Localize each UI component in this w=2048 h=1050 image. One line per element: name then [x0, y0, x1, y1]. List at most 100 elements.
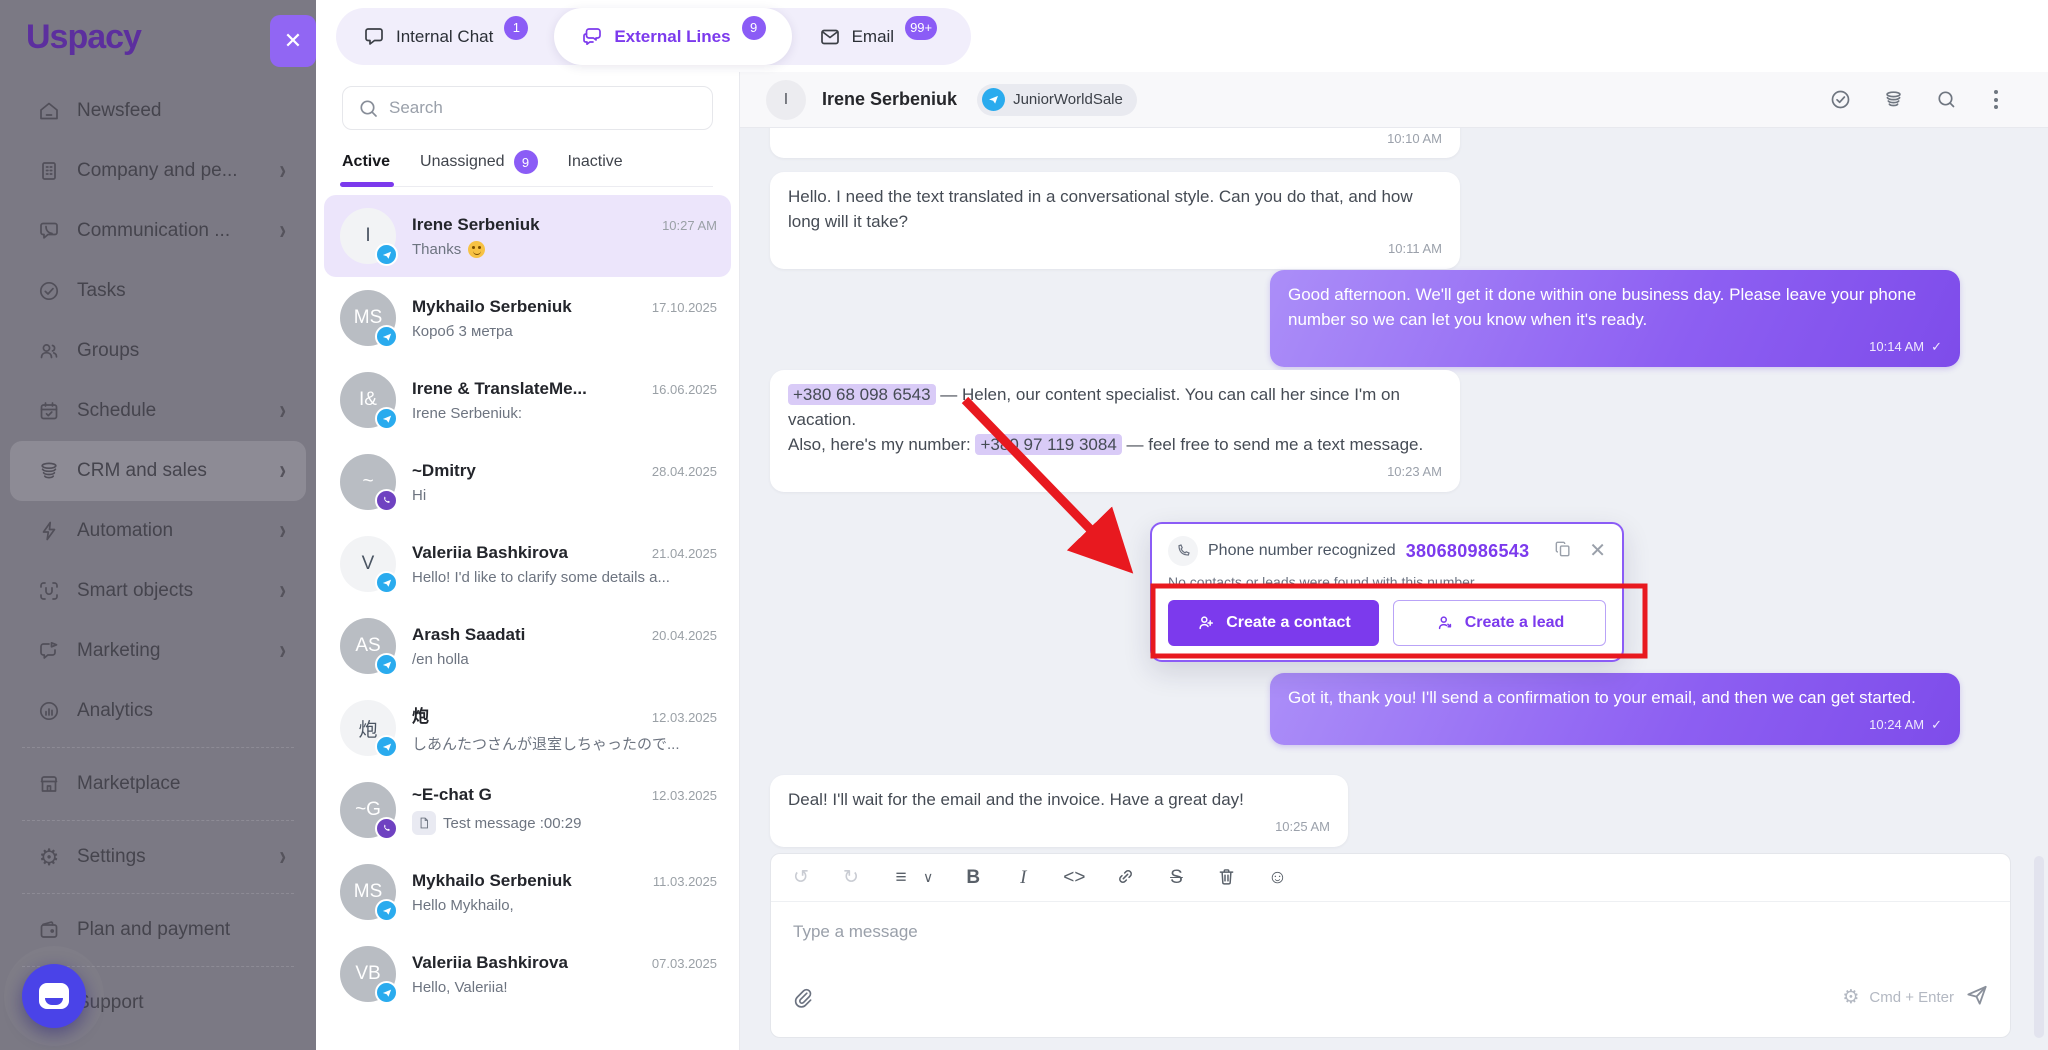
channel-chip[interactable]: JuniorWorldSale [977, 84, 1137, 116]
trash-icon[interactable] [1216, 866, 1237, 889]
sidebar-item-settings[interactable]: ⚙ Settings› [10, 827, 306, 887]
create-contact-button[interactable]: Create a contact [1168, 600, 1379, 646]
chat-list-item[interactable]: AS Arash Saadati 20.04.2025 /en holla [324, 605, 731, 687]
uspacy-logo[interactable]: Uspacy [0, 0, 316, 67]
chat-list-item[interactable]: 炮 炮 12.03.2025 しあんたつさんが退室しちゃったので... [324, 687, 731, 769]
chevron-right-icon: › [279, 455, 286, 487]
building-icon [37, 159, 61, 183]
message-input[interactable]: Type a message [771, 902, 2010, 982]
chevron-right-icon: › [279, 155, 286, 187]
message-incoming: +380 68 098 6543 — Helen, our content sp… [770, 370, 1460, 492]
redo-icon[interactable]: ↻ [841, 866, 861, 889]
chat-list-item[interactable]: MS Mykhailo Serbeniuk 11.03.2025 Hello M… [324, 851, 731, 933]
chat-list-item[interactable]: ~ ~Dmitry 28.04.2025 Hi [324, 441, 731, 523]
chat-time: 21.04.2025 [652, 546, 717, 561]
conversation-header: I Irene Serbeniuk JuniorWorldSale [740, 72, 2048, 128]
chat-list-item[interactable]: I Irene Serbeniuk 10:27 AM Thanks [324, 195, 731, 277]
copy-icon[interactable] [1553, 539, 1573, 564]
active-tab-underline [340, 182, 394, 187]
undo-icon[interactable]: ↺ [791, 866, 811, 889]
chat-preview: /en holla [412, 651, 717, 668]
italic-icon[interactable]: I [1013, 867, 1033, 889]
funnel-icon[interactable] [1882, 88, 1905, 111]
scan-u-icon [37, 579, 61, 603]
sidebar-divider [22, 820, 294, 821]
chat-preview: Hi [412, 487, 717, 504]
emoji-icon[interactable]: ☺ [1267, 867, 1287, 889]
chat-preview: Test message :00:29 [412, 811, 717, 835]
tab-unassigned[interactable]: Unassigned9 [420, 150, 538, 174]
telegram-badge-icon [375, 571, 398, 594]
scrollbar-thumb[interactable] [2034, 856, 2044, 1038]
search-icon [357, 97, 379, 119]
chat-list-item[interactable]: MS Mykhailo Serbeniuk 17.10.2025 Короб 3… [324, 277, 731, 359]
chat-name: Mykhailo Serbeniuk [412, 297, 642, 317]
avatar: MS [340, 290, 396, 346]
sidebar-item-marketing[interactable]: Marketing› [10, 621, 306, 681]
person-plus-icon [1196, 613, 1216, 633]
tab-active[interactable]: Active [342, 153, 390, 171]
sidebar-item-groups[interactable]: Groups [10, 321, 306, 381]
recognized-phone-number[interactable]: +380 97 119 3084 [975, 434, 1121, 455]
code-icon[interactable]: <> [1063, 867, 1085, 889]
phone-recognized-popup: Phone number recognized 380680986543 ✕ N… [1150, 522, 1624, 662]
shortcut-hint: Cmd + Enter [1869, 989, 1954, 1006]
chat-time: 11.03.2025 [653, 874, 717, 889]
link-icon[interactable] [1115, 866, 1136, 889]
support-chat-fab[interactable] [22, 964, 86, 1028]
sidebar-item-marketplace[interactable]: Marketplace [10, 754, 306, 814]
chat-time: 07.03.2025 [652, 956, 717, 971]
chevron-down-icon[interactable]: ∨ [923, 869, 933, 886]
close-messenger-button[interactable]: ✕ [270, 15, 316, 67]
mark-read-icon[interactable] [1829, 88, 1852, 111]
chat-list-item[interactable]: VB Valeriia Bashkirova 07.03.2025 Hello,… [324, 933, 731, 1015]
sidebar-item-communication[interactable]: Communication ...› [10, 201, 306, 261]
chat-time: 12.03.2025 [652, 788, 717, 803]
attach-file-icon[interactable] [791, 986, 814, 1009]
search-input[interactable] [389, 98, 698, 118]
tab-email[interactable]: Email 99+ [792, 8, 964, 65]
viber-badge-icon [375, 489, 398, 512]
messages-area[interactable]: 10:10 AM Hello. I need the text translat… [740, 128, 2048, 853]
send-settings-icon[interactable]: ⚙ [1842, 986, 1859, 1009]
chat-name: 炮 [412, 702, 642, 727]
analytics-icon [37, 699, 61, 723]
more-menu-icon[interactable] [1988, 88, 2004, 111]
avatar: ~G [340, 782, 396, 838]
chevron-right-icon: › [279, 395, 286, 427]
chat-list: I Irene Serbeniuk 10:27 AM Thanks [316, 195, 739, 1015]
strikethrough-icon[interactable]: S [1166, 867, 1186, 889]
message-text: Deal! I'll wait for the email and the in… [788, 790, 1244, 809]
popup-phone-number: 380680986543 [1406, 541, 1530, 562]
chat-list-item[interactable]: ~G ~E-chat G 12.03.2025 Test message :00… [324, 769, 731, 851]
bold-icon[interactable]: B [963, 867, 983, 889]
sent-check-icon: ✓ [1931, 334, 1942, 359]
sidebar-item-crm-and-sales[interactable]: CRM and sales› [10, 441, 306, 501]
chat-list-item[interactable]: I& Irene & TranslateMe... 16.06.2025 Ire… [324, 359, 731, 441]
chat-list-item[interactable]: V Valeriia Bashkirova 21.04.2025 Hello! … [324, 523, 731, 605]
message-time: 10:10 AM [1387, 128, 1442, 151]
tab-inactive[interactable]: Inactive [568, 153, 623, 171]
sidebar-item-smart-objects[interactable]: Smart objects› [10, 561, 306, 621]
sidebar-item-schedule[interactable]: Schedule› [10, 381, 306, 441]
sidebar-item-newsfeed[interactable]: Newsfeed [10, 81, 306, 141]
chat-preview: しあんたつさんが退室しちゃったので... [412, 733, 717, 754]
send-icon[interactable] [1964, 982, 1990, 1012]
tab-internal-chat[interactable]: Internal Chat 1 [336, 8, 554, 65]
create-lead-button[interactable]: Create a lead [1393, 600, 1606, 646]
sidebar-item-automation[interactable]: Automation› [10, 501, 306, 561]
telegram-badge-icon [375, 981, 398, 1004]
chat-time: 28.04.2025 [652, 464, 717, 479]
sidebar-item-analytics[interactable]: Analytics [10, 681, 306, 741]
sidebar-item-plan-and-payment[interactable]: Plan and payment [10, 900, 306, 960]
search-icon[interactable] [1935, 88, 1958, 111]
sidebar-item-tasks[interactable]: Tasks [10, 261, 306, 321]
tab-external-lines[interactable]: External Lines 9 [554, 8, 791, 65]
search-box[interactable] [342, 86, 713, 130]
recognized-phone-number[interactable]: +380 68 098 6543 [788, 384, 936, 405]
sidebar-item-company-and-people[interactable]: Company and pe...› [10, 141, 306, 201]
align-icon[interactable]: ≡ [891, 867, 911, 889]
close-icon[interactable]: ✕ [1589, 541, 1606, 561]
chat-name: ~E-chat G [412, 785, 642, 805]
megaphone-bubble-icon [37, 639, 61, 663]
